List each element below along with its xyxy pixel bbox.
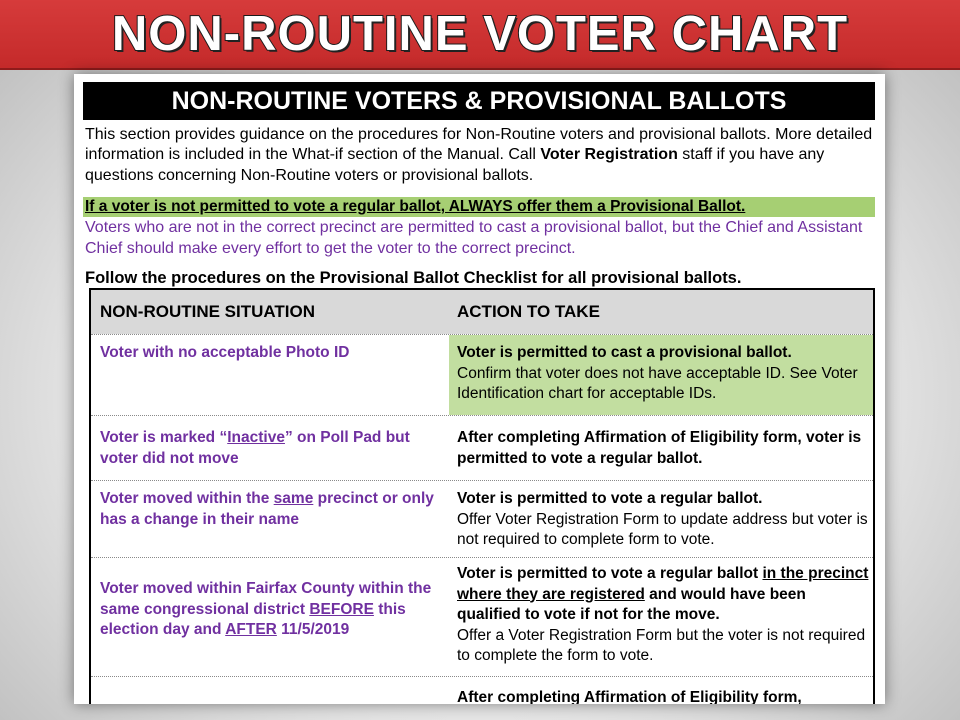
- situation-cell: Voter moved within Fairfax County within…: [91, 579, 449, 641]
- header-action: ACTION TO TAKE: [449, 290, 873, 334]
- table-row: After completing Affirmation of Eligibil…: [91, 677, 873, 704]
- action-bold: After completing Affirmation of Eligibil…: [457, 689, 802, 704]
- situation-table: NON-ROUTINE SITUATION ACTION TO TAKE Vot…: [89, 288, 875, 704]
- precinct-note: Voters who are not in the correct precin…: [85, 219, 863, 257]
- header-situation: NON-ROUTINE SITUATION: [91, 290, 449, 334]
- action-cell: Voter is permitted to cast a provisional…: [449, 335, 873, 415]
- situation-text: Voter moved within the: [100, 490, 274, 507]
- action-bold-text: Voter is permitted to vote a regular bal…: [457, 565, 763, 582]
- provisional-ballot-callout: If a voter is not permitted to vote a re…: [83, 197, 875, 217]
- action-bold: Voter is permitted to vote a regular bal…: [457, 490, 763, 507]
- action-cell: Voter is permitted to vote a regular bal…: [449, 489, 873, 551]
- situation-underlined: BEFORE: [309, 600, 374, 618]
- situation-text: Voter is marked “: [100, 429, 228, 446]
- situation-underlined: AFTER: [225, 621, 277, 638]
- slide-title: NON-ROUTINE VOTER CHART: [111, 6, 849, 62]
- table-row: Voter moved within the same precinct or …: [91, 481, 873, 557]
- situation-text: 11/5/2019: [276, 621, 350, 638]
- action-text: Offer a Voter Registration Form but the …: [457, 626, 866, 665]
- action-cell: After completing Affirmation of Eligibil…: [449, 688, 873, 704]
- situation-underlined: same: [273, 490, 314, 507]
- action-bold: Voter is permitted to cast a provisional…: [457, 344, 792, 361]
- situation-cell: Voter with no acceptable Photo ID: [100, 344, 350, 361]
- callout-text: If a voter is not permitted to vote a re…: [85, 198, 746, 215]
- situation-cell: Voter moved within the same precinct or …: [91, 489, 449, 530]
- situation-cell: Voter is marked “Inactive” on Poll Pad b…: [91, 428, 449, 469]
- action-cell: After completing Affirmation of Eligibil…: [449, 428, 873, 469]
- action-text: Offer Voter Registration Form to update …: [457, 510, 868, 549]
- title-banner: NON-ROUTINE VOTER CHART: [0, 0, 960, 70]
- action-text: Confirm that voter does not have accepta…: [457, 364, 858, 403]
- action-bold: After completing Affirmation of Eligibil…: [457, 429, 862, 467]
- table-row: Voter moved within Fairfax County within…: [91, 558, 873, 676]
- intro-paragraph: This section provides guidance on the pr…: [85, 125, 875, 186]
- situation-underlined: Inactive: [227, 429, 285, 446]
- document-page: NON-ROUTINE VOTERS & PROVISIONAL BALLOTS…: [74, 74, 885, 704]
- follow-procedures-text: Follow the procedures on the Provisional…: [85, 269, 742, 287]
- table-row: Voter with no acceptable Photo ID Voter …: [91, 335, 873, 415]
- intro-bold: Voter Registration: [540, 146, 678, 164]
- section-header: NON-ROUTINE VOTERS & PROVISIONAL BALLOTS: [83, 82, 875, 120]
- action-bold: Voter is permitted to vote a regular bal…: [457, 564, 873, 626]
- action-cell: Voter is permitted to vote a regular bal…: [449, 564, 873, 667]
- table-row: Voter is marked “Inactive” on Poll Pad b…: [91, 416, 873, 480]
